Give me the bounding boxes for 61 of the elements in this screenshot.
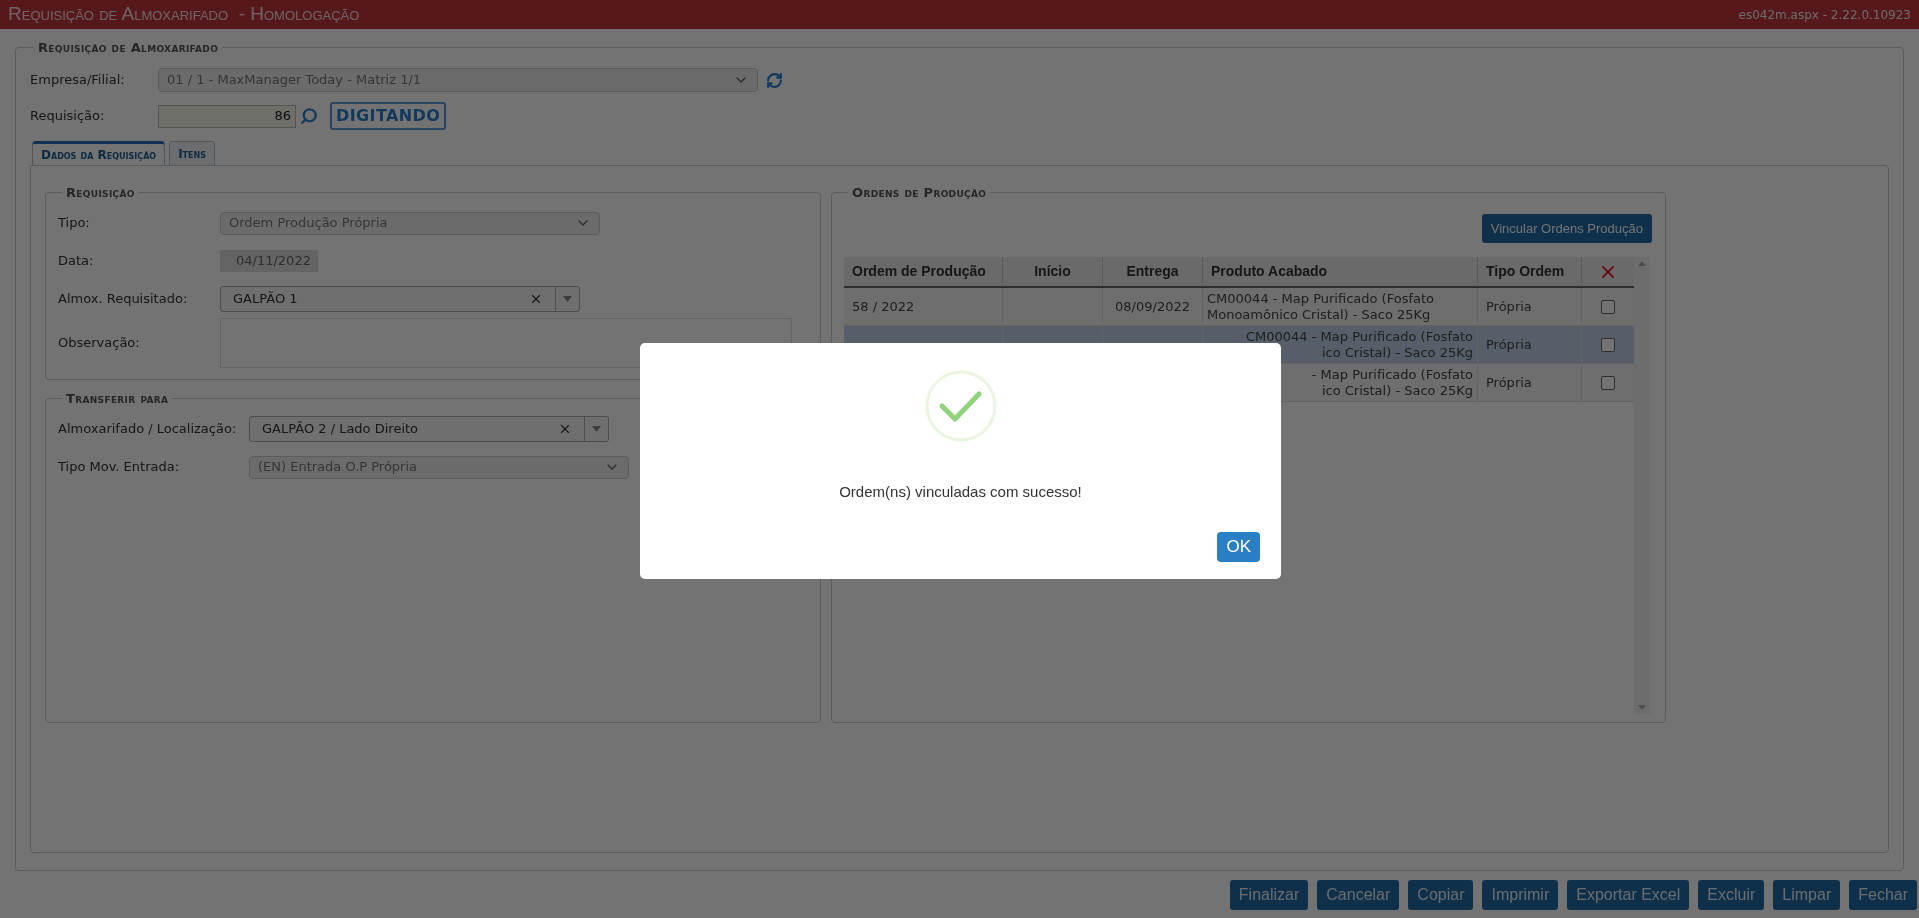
product-text: CM00044 - Map Purificado (Fosfato bbox=[1245, 328, 1473, 345]
table-row[interactable]: 58 / 2022 08/09/2022 CM00044 - Map Purificado (Fosfato Monoamônico Cristal) - Saco 25Kg Própria bbox=[844, 288, 1634, 326]
footer-button[interactable]: Imprimir bbox=[1482, 880, 1559, 910]
product-text: - Map Purificado (Fosfato bbox=[1311, 366, 1473, 383]
scroll-up-icon[interactable] bbox=[1638, 261, 1646, 266]
section-title: Transferir para bbox=[66, 391, 169, 406]
tab[interactable]: Itens bbox=[169, 141, 215, 165]
tab[interactable]: Dados da Requisição bbox=[32, 141, 166, 165]
window-title: Requisição de Almoxarifado - Homologação bbox=[8, 2, 360, 27]
product-text: CM00044 - Map Purificado (Fosfato bbox=[1207, 290, 1435, 307]
column-header: Início bbox=[1003, 257, 1103, 286]
clear-icon[interactable] bbox=[529, 292, 543, 306]
link-orders-button[interactable]: Vincular Ordens Produção bbox=[1481, 214, 1652, 243]
field-label: Requisição: bbox=[30, 107, 106, 126]
table-cell-text: Própria bbox=[1486, 373, 1532, 392]
footer-button[interactable]: Cancelar bbox=[1317, 880, 1400, 910]
check-icon bbox=[923, 369, 998, 443]
requisition-field[interactable]: 86 bbox=[158, 104, 296, 128]
footer-button[interactable]: Excluir bbox=[1698, 880, 1765, 910]
caret-icon[interactable] bbox=[592, 426, 601, 432]
row-checkbox[interactable] bbox=[1601, 375, 1615, 390]
scroll-down-icon[interactable] bbox=[1638, 705, 1646, 710]
search-icon[interactable] bbox=[300, 107, 318, 125]
refresh-icon[interactable] bbox=[766, 71, 783, 89]
table-cell-text: 58 / 2022 bbox=[852, 297, 915, 316]
table-cell-text: Própria bbox=[1486, 297, 1532, 316]
footer-button[interactable]: Finalizar bbox=[1229, 880, 1309, 910]
column-header: Ordem de Produção bbox=[844, 257, 1003, 286]
table-cell-text: 08/09/2022 bbox=[1115, 297, 1190, 316]
product-text: Monoamônico Cristal) - Saco 25Kg bbox=[1207, 306, 1431, 323]
clear-icon[interactable] bbox=[558, 422, 572, 436]
combo-field[interactable]: GALPÃO 2 / Lado Direito bbox=[249, 416, 609, 442]
product-text: ico Cristal) - Saco 25Kg bbox=[1321, 382, 1473, 399]
column-header: Produto Acabado bbox=[1203, 257, 1478, 286]
row-checkbox[interactable] bbox=[1601, 299, 1615, 314]
field-label: Empresa/Filial: bbox=[30, 71, 126, 90]
footer-button[interactable]: Fechar bbox=[1849, 880, 1917, 910]
footer-button[interactable]: Exportar Excel bbox=[1567, 880, 1690, 910]
section-title: Requisição bbox=[66, 185, 135, 200]
column-header: Entrega bbox=[1103, 257, 1203, 286]
field-label: Almoxarifado / Localização: bbox=[58, 420, 238, 439]
caret-icon[interactable] bbox=[563, 296, 572, 302]
field-label: Almox. Requisitado: bbox=[58, 290, 189, 309]
version-label: es042m.aspx - 2.22.0.10923 bbox=[1738, 6, 1911, 24]
row-checkbox[interactable] bbox=[1601, 337, 1615, 352]
scrollbar[interactable] bbox=[1634, 257, 1650, 714]
footer-button[interactable]: Copiar bbox=[1408, 880, 1474, 910]
field-label: Data: bbox=[58, 252, 95, 271]
ok-button[interactable]: OK bbox=[1217, 531, 1260, 562]
dialog-message: Ordem(ns) vinculadas com sucesso! bbox=[839, 482, 1082, 502]
section-title: Ordens de Produção bbox=[852, 185, 987, 200]
table-cell-text: Própria bbox=[1486, 335, 1532, 354]
section-title: Requisição de Almoxarifado bbox=[38, 40, 219, 55]
field-label: Observação: bbox=[58, 334, 141, 353]
column-header: Tipo Ordem bbox=[1478, 257, 1582, 286]
status-badge: DIGITANDO bbox=[330, 102, 447, 130]
field-label: Tipo: bbox=[58, 214, 91, 233]
combo-field[interactable]: GALPÃO 1 bbox=[220, 286, 580, 312]
footer-button[interactable]: Limpar bbox=[1773, 880, 1841, 910]
field-label: Tipo Mov. Entrada: bbox=[58, 458, 181, 477]
product-text: ico Cristal) - Saco 25Kg bbox=[1321, 344, 1473, 361]
